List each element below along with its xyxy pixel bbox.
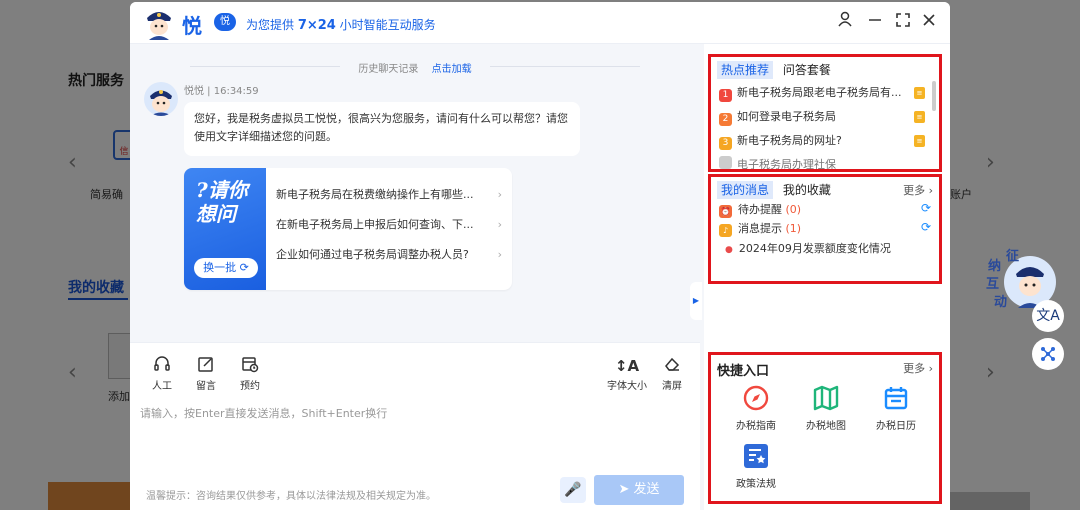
- history-bar: 历史聊天记录 点击加载: [130, 60, 700, 75]
- bot-greeting-bubble: 您好，我是税务虚拟员工悦悦，很高兴为您服务，请问有什么可以帮您？请您使用文字详细…: [184, 102, 580, 156]
- document-icon: ≡: [914, 111, 925, 123]
- policy-doc-icon: [744, 444, 768, 468]
- hot-item[interactable]: 3 新电子税务局的网址?: [719, 131, 919, 151]
- chat-dialog: 悦 悦 为您提供 7×24 小时智能互动服务 历史聊天记录 点击加载 悦悦 | …: [130, 2, 950, 510]
- compass-icon: [743, 385, 769, 411]
- close-icon[interactable]: [918, 11, 940, 33]
- quick-tax-guide[interactable]: 办税指南: [725, 385, 787, 432]
- chevron-right-icon: ›: [497, 218, 502, 231]
- quick-policy-regulations[interactable]: 政策法规: [725, 443, 787, 490]
- font-size-button[interactable]: ↕A 字体大小: [606, 355, 648, 392]
- calendar-clock-icon: [232, 355, 268, 377]
- header-slogan: 为您提供 7×24 小时智能互动服务: [246, 18, 436, 33]
- translate-button[interactable]: 文A: [1032, 300, 1064, 332]
- history-label: 历史聊天记录: [358, 64, 419, 75]
- leave-message-button[interactable]: 留言: [188, 355, 224, 392]
- svg-text:互: 互: [986, 277, 999, 292]
- eraser-icon: [654, 355, 690, 377]
- logo-text: 悦: [182, 14, 202, 38]
- latest-message[interactable]: ● 2024年09月发票额度变化情况: [725, 240, 891, 258]
- hot-item[interactable]: 1 新电子税务局跟老电子税务局有...: [719, 83, 919, 103]
- translate-icon: 文A: [1036, 308, 1060, 324]
- refresh-icon: ⟳: [239, 261, 249, 274]
- tab-hot-recommend[interactable]: 热点推荐: [717, 61, 774, 79]
- ask-card-title: ?请你 想问: [196, 178, 248, 226]
- map-icon: [813, 385, 839, 411]
- network-button[interactable]: [1032, 338, 1064, 370]
- mascot-avatar-icon: [147, 12, 171, 40]
- message-tabs: 我的消息 我的收藏: [717, 181, 837, 199]
- alarm-icon: ⏰: [719, 205, 732, 218]
- message-notice[interactable]: ♪ 消息提示 (1): [719, 220, 801, 238]
- svg-text:动: 动: [994, 295, 1007, 310]
- bot-avatar: [144, 82, 178, 116]
- svg-text:征: 征: [1006, 248, 1019, 264]
- calendar-icon: [884, 387, 908, 410]
- send-button[interactable]: ➤ 发送: [594, 475, 684, 505]
- human-service-button[interactable]: 人工: [144, 355, 180, 392]
- quick-entry-title: 快捷入口: [717, 364, 770, 379]
- hot-item[interactable]: 2 如何登录电子税务局: [719, 107, 919, 127]
- network-icon: [1041, 347, 1055, 361]
- clear-screen-button[interactable]: 清屏: [654, 355, 690, 392]
- refresh-questions-button[interactable]: 换一批 ⟳: [194, 258, 258, 278]
- quick-entry-panel: 快捷入口 更多 › 办税指南 办税地图 办税日历 政策法规: [708, 352, 942, 504]
- chevron-right-icon: ›: [497, 248, 502, 261]
- hot-scrollbar[interactable]: [932, 81, 936, 111]
- panel-toggle-button[interactable]: ▶: [690, 282, 702, 320]
- suggested-question[interactable]: 新电子税务局在税费缴纳操作上有哪些... ›: [276, 180, 502, 210]
- send-arrow-icon: ➤: [618, 482, 630, 497]
- messages-panel: 我的消息 我的收藏 更多 › ⏰ 待办提醒 (0) ⟳ ♪ 消息提示 (1) ⟳ ●…: [708, 174, 942, 284]
- quick-tax-map[interactable]: 办税地图: [795, 385, 857, 432]
- bell-icon: ♪: [719, 224, 732, 237]
- tab-qa-package[interactable]: 问答套餐: [779, 61, 835, 79]
- user-icon[interactable]: [834, 11, 856, 33]
- bullet-icon: ●: [725, 245, 733, 255]
- appointment-button[interactable]: 预约: [232, 355, 268, 392]
- chat-area: 历史聊天记录 点击加载 悦悦 | 16:34:59 您好，我是税务虚拟员工悦悦，…: [130, 44, 702, 342]
- refresh-icon[interactable]: ⟳: [921, 220, 931, 234]
- minimize-icon[interactable]: [864, 11, 886, 33]
- dialog-header: 悦 悦 为您提供 7×24 小时智能互动服务: [130, 2, 950, 44]
- hot-tabs: 热点推荐 问答套餐: [717, 61, 837, 79]
- side-panel: 热点推荐 问答套餐 1 新电子税务局跟老电子税务局有... ≡ 2 如何登录电子税务…: [704, 44, 950, 510]
- hot-item[interactable]: 电子税务局办理社保: [719, 155, 919, 169]
- suggested-question[interactable]: 企业如何通过电子税务局调整办税人员? ›: [276, 240, 502, 270]
- messages-more-link[interactable]: 更多 ›: [903, 182, 933, 198]
- tab-my-messages[interactable]: 我的消息: [717, 181, 774, 199]
- suggested-questions-card: ?请你 想问 换一批 ⟳ 新电子税务局在税费缴纳操作上有哪些... › 在新电子税务…: [184, 168, 512, 290]
- quick-tax-calendar[interactable]: 办税日历: [865, 385, 927, 432]
- tab-my-favorites[interactable]: 我的收藏: [779, 181, 835, 199]
- voice-input-button[interactable]: 🎤: [560, 477, 586, 503]
- chevron-right-icon: ›: [497, 188, 502, 201]
- disclaimer-tip: 温馨提示：咨询结果仅供参考，具体以法律法规及相关规定为准。: [146, 491, 436, 502]
- fullscreen-icon[interactable]: [892, 11, 914, 33]
- document-icon: ≡: [914, 135, 925, 147]
- suggested-question[interactable]: 在新电子税务局上申报后如何查询、下... ›: [276, 210, 502, 240]
- ask-card-banner: ?请你 想问 换一批 ⟳: [184, 168, 266, 290]
- font-size-icon: ↕A: [614, 357, 640, 375]
- bot-name-time: 悦悦 | 16:34:59: [184, 86, 259, 97]
- message-input[interactable]: 请输入，按Enter直接发送消息，Shift+Enter换行: [140, 405, 387, 421]
- quick-more-link[interactable]: 更多 ›: [903, 360, 933, 376]
- load-history-link[interactable]: 点击加载: [432, 64, 472, 75]
- input-area: 人工 留言 预约 ↕A 字体大小 清屏 请输入，按Enter直接发送消息，Shi…: [130, 342, 700, 510]
- edit-icon: [188, 355, 224, 377]
- divider: [490, 66, 640, 67]
- microphone-icon: 🎤: [564, 482, 582, 498]
- hot-recommend-panel: 热点推荐 问答套餐 1 新电子税务局跟老电子税务局有... ≡ 2 如何登录电子税务…: [708, 54, 942, 172]
- svg-text:纳: 纳: [988, 258, 1001, 274]
- pending-reminder[interactable]: ⏰ 待办提醒 (0): [719, 201, 801, 219]
- document-icon: ≡: [914, 87, 925, 99]
- refresh-icon[interactable]: ⟳: [921, 201, 931, 215]
- headset-icon: [144, 355, 180, 377]
- logo-badge: 悦: [214, 13, 236, 31]
